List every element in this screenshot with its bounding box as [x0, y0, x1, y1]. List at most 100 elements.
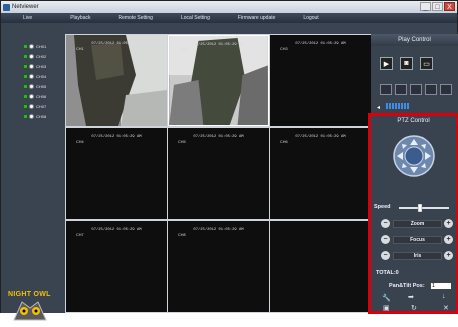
zoom-in-button[interactable]: + — [444, 219, 453, 228]
checkbox[interactable] — [23, 104, 28, 109]
play-button[interactable]: ▶ — [380, 57, 393, 70]
focus-out-button[interactable]: − — [381, 235, 390, 244]
record-button[interactable]: ▭ — [420, 57, 433, 70]
channel-item[interactable]: CH05 — [23, 83, 46, 90]
video-cell[interactable]: 07/25/2012 01:05:29 AM CH6 — [270, 128, 371, 219]
speed-slider[interactable] — [399, 204, 449, 212]
checkbox[interactable] — [23, 74, 28, 79]
channel-item[interactable]: CH01 — [23, 43, 46, 50]
channel-id: CH3 — [280, 47, 288, 51]
channel-label: CH04 — [36, 74, 47, 79]
maximize-button[interactable]: □ — [432, 2, 443, 11]
total-label: TOTAL:0 — [376, 270, 399, 276]
channel-item[interactable]: CH02 — [23, 53, 46, 60]
channel-item[interactable]: CH03 — [23, 63, 46, 70]
channel-label: CH01 — [36, 44, 47, 49]
checkbox[interactable] — [23, 64, 28, 69]
menu-remote-setting[interactable]: Remote Setting — [104, 15, 166, 21]
video-cell[interactable]: 07/25/2012 01:05:29 AM CH7 — [66, 221, 167, 312]
channel-item[interactable]: CH04 — [23, 73, 46, 80]
channel-id: CH6 — [280, 140, 288, 144]
zoom-out-button[interactable]: − — [381, 219, 390, 228]
channel-item[interactable]: CH08 — [23, 113, 46, 120]
play-icon: ▶ — [383, 60, 390, 68]
video-cell[interactable]: 07/25/2012 01:05:29 AM CH2 — [168, 35, 269, 126]
arrow-down-icon[interactable]: ↓ — [442, 293, 446, 300]
radio[interactable] — [29, 44, 34, 49]
layout-16-button[interactable] — [425, 84, 437, 95]
video-cell[interactable] — [270, 221, 371, 312]
delete-icon[interactable]: ✕ — [443, 304, 449, 312]
direction-pad[interactable] — [393, 135, 435, 177]
speed-label: Speed — [374, 204, 391, 210]
menu-local-setting[interactable]: Local Setting — [167, 15, 224, 21]
radio[interactable] — [29, 104, 34, 109]
layout-1-button[interactable] — [380, 84, 392, 95]
video-cell[interactable]: 07/25/2012 01:05:29 AM CH8 — [168, 221, 269, 312]
minimize-button[interactable]: _ — [420, 2, 431, 11]
menu-logout[interactable]: Logout — [289, 15, 332, 21]
iris-close-button[interactable]: − — [381, 251, 390, 260]
menu-live[interactable]: Live — [1, 15, 46, 21]
iris-label: Iris — [413, 253, 422, 259]
iris-open-button[interactable]: + — [444, 251, 453, 260]
snapshot-button[interactable]: ◙ — [400, 57, 413, 70]
menu-bar: Live Playback Remote Setting Local Setti… — [1, 13, 457, 23]
channel-id: CH5 — [178, 140, 186, 144]
window-title: Netviewer — [12, 4, 39, 10]
menu-firmware-update[interactable]: Firmware update — [224, 15, 290, 21]
owl-icon — [13, 301, 47, 321]
channel-item[interactable]: CH06 — [23, 93, 46, 100]
radio[interactable] — [29, 54, 34, 59]
zoom-bar: Zoom — [393, 220, 442, 228]
layout-full-button[interactable] — [440, 84, 452, 95]
channel-id: CH1 — [76, 47, 84, 51]
camera-icon: ◙ — [404, 60, 409, 67]
arrow-right-icon[interactable]: ➡ — [408, 293, 414, 301]
checkbox[interactable] — [23, 94, 28, 99]
wrench-icon[interactable]: 🔧 — [382, 294, 391, 302]
pan-tilt-pos-input[interactable]: 1 — [430, 282, 452, 290]
radio[interactable] — [29, 64, 34, 69]
channel-id: CH7 — [76, 233, 84, 237]
zoom-label: Zoom — [410, 221, 425, 227]
radio[interactable] — [29, 84, 34, 89]
channel-list: CH01 CH02 CH03 CH04 CH05 CH06 CH07 CH08 … — [1, 23, 65, 321]
app-icon — [3, 3, 10, 11]
checkbox[interactable] — [23, 114, 28, 119]
volume-slider[interactable]: ◂ — [377, 102, 457, 110]
save-icon[interactable]: ▣ — [383, 304, 390, 312]
radio[interactable] — [29, 94, 34, 99]
channel-id: CH4 — [76, 140, 84, 144]
video-cell[interactable]: 07/25/2012 01:05:29 AM CH3 — [270, 35, 371, 126]
svg-text:◂: ◂ — [377, 104, 380, 110]
ptz-title: PTZ Control — [397, 118, 430, 124]
timestamp: 07/25/2012 01:05:29 AM — [91, 135, 142, 139]
video-cell[interactable]: 07/25/2012 01:05:29 AM CH5 — [168, 128, 269, 219]
menu-playback[interactable]: Playback — [46, 15, 104, 21]
logo-text: NIGHT OWL — [8, 291, 51, 298]
layout-9-button[interactable] — [410, 84, 422, 95]
checkbox[interactable] — [23, 44, 28, 49]
video-cell[interactable]: 07/25/2012 01:05:29 AM CH1 — [66, 35, 167, 126]
title-bar: Netviewer _ □ X — [1, 1, 457, 13]
timestamp: 07/25/2012 01:05:29 AM — [193, 43, 244, 47]
channel-label: CH05 — [36, 84, 47, 89]
video-cell[interactable]: 07/25/2012 01:05:29 AM CH4 — [66, 128, 167, 219]
play-control-header: Play Control — [371, 34, 458, 46]
app-window: Netviewer _ □ X Live Playback Remote Set… — [0, 0, 458, 321]
checkbox[interactable] — [23, 54, 28, 59]
iris-bar: Iris — [393, 252, 442, 260]
focus-in-button[interactable]: + — [444, 235, 453, 244]
timestamp: 07/25/2012 01:05:29 AM — [295, 42, 346, 46]
refresh-icon[interactable]: ↻ — [411, 304, 417, 312]
radio[interactable] — [29, 74, 34, 79]
radio[interactable] — [29, 114, 34, 119]
checkbox[interactable] — [23, 84, 28, 89]
close-button[interactable]: X — [444, 2, 455, 11]
timestamp: 07/25/2012 01:05:29 AM — [295, 135, 346, 139]
focus-bar: Focus — [393, 236, 442, 244]
channel-label: CH07 — [36, 104, 47, 109]
channel-item[interactable]: CH07 — [23, 103, 46, 110]
layout-4-button[interactable] — [395, 84, 407, 95]
